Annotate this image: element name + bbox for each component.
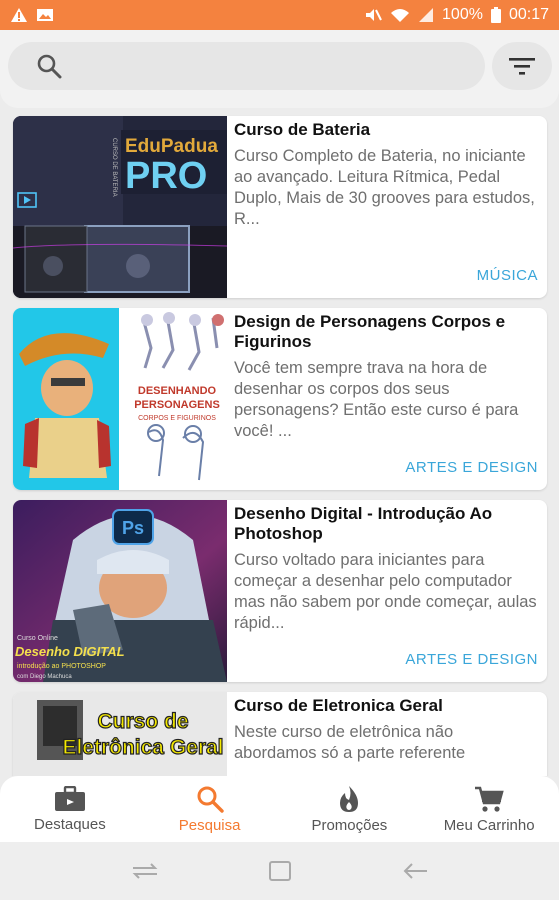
battery-percent: 100% (442, 6, 483, 23)
thumb-title-2: Eletrônica Geral (62, 736, 223, 759)
search-bar[interactable] (8, 42, 485, 90)
course-card[interactable]: Curso de Eletrônica Geral Curso de Eletr… (13, 692, 547, 776)
thumb-title-2: PERSONAGENS (134, 399, 220, 411)
thumb-brand-text: EduPadua (125, 136, 218, 157)
course-description: Você tem sempre trava na hora de desenha… (234, 359, 519, 440)
briefcase-icon (54, 785, 85, 811)
thumb-pro-text: PRO (125, 155, 207, 197)
course-title: Design de Personagens Corpos e Figurinos (234, 312, 506, 351)
home-icon[interactable] (268, 860, 292, 882)
search-icon (197, 786, 224, 813)
thumb-sub-text: CURSO DE BATERIA (111, 138, 117, 197)
nav-label: Promoções (311, 816, 388, 834)
course-description: Neste curso de eletrônica não abordamos … (234, 723, 466, 762)
signal-icon (419, 8, 434, 22)
course-title: Curso de Bateria (234, 120, 371, 139)
system-navigation-bar (0, 842, 559, 900)
search-header (0, 30, 559, 108)
bottom-navigation: Destaques Pesquisa Promoções Meu Carrinh… (0, 776, 559, 842)
thumb-title-1: Curso de (97, 710, 188, 733)
warning-icon (11, 8, 27, 22)
cart-icon (475, 786, 504, 812)
course-category[interactable]: ARTES E DESIGN (405, 651, 538, 668)
course-title: Desenho Digital - Introdução Ao Photosho… (234, 504, 493, 543)
course-thumbnail: Curso de Eletrônica Geral (13, 692, 227, 776)
recent-apps-icon[interactable] (132, 861, 158, 881)
nav-label: Meu Carrinho (443, 816, 535, 834)
course-thumbnail: Ps Curso Online Desenho DIGITAL introduç… (13, 500, 227, 682)
nav-meu-carrinho[interactable]: Meu Carrinho (419, 776, 559, 842)
course-card[interactable]: Ps Curso Online Desenho DIGITAL introduç… (13, 500, 547, 682)
filter-icon (509, 58, 535, 75)
thumb-title-1: DESENHANDO (138, 385, 217, 397)
filter-button[interactable] (492, 42, 552, 90)
flame-icon (340, 785, 359, 812)
course-thumbnail: EduPadua PRO CURSO DE BATERIA (13, 116, 227, 298)
course-description: Curso voltado para iniciantes para começ… (234, 551, 537, 632)
battery-icon (490, 7, 501, 23)
thumb-caption-1: Curso Online (17, 635, 58, 642)
course-thumbnail: DESENHANDO PERSONAGENS CORPOS E FIGURINO… (13, 308, 227, 490)
thumb-ps-text: Ps (122, 518, 144, 538)
nav-label: Destaques (34, 815, 106, 833)
back-icon[interactable] (402, 861, 428, 881)
mute-icon (366, 9, 382, 21)
thumb-caption-4: com Diego Machuca (17, 674, 72, 680)
status-bar: 100% 00:17 (0, 0, 559, 30)
thumb-caption-2: Desenho DIGITAL (15, 644, 125, 659)
thumb-title-3: CORPOS E FIGURINOS (138, 415, 216, 422)
nav-destaques[interactable]: Destaques (0, 776, 140, 842)
thumb-caption-3: introdução ao PHOTOSHOP (17, 663, 106, 670)
course-card[interactable]: DESENHANDO PERSONAGENS CORPOS E FIGURINO… (13, 308, 547, 490)
nav-promocoes[interactable]: Promoções (280, 776, 420, 842)
course-category[interactable]: ARTES E DESIGN (405, 459, 538, 476)
course-title: Curso de Eletronica Geral (234, 696, 443, 715)
search-input[interactable] (76, 57, 456, 75)
course-list[interactable]: EduPadua PRO CURSO DE BATERIA Curso de B… (0, 108, 559, 776)
course-description: Curso Completo de Bateria, no iniciante … (234, 147, 535, 228)
wifi-icon (391, 9, 410, 22)
course-category[interactable]: MÚSICA (477, 267, 538, 284)
course-card[interactable]: EduPadua PRO CURSO DE BATERIA Curso de B… (13, 116, 547, 298)
nav-pesquisa[interactable]: Pesquisa (140, 776, 280, 842)
search-icon (37, 54, 62, 79)
image-notification-icon (37, 9, 53, 21)
status-time: 00:17 (508, 6, 549, 23)
nav-label: Pesquisa (178, 816, 241, 834)
